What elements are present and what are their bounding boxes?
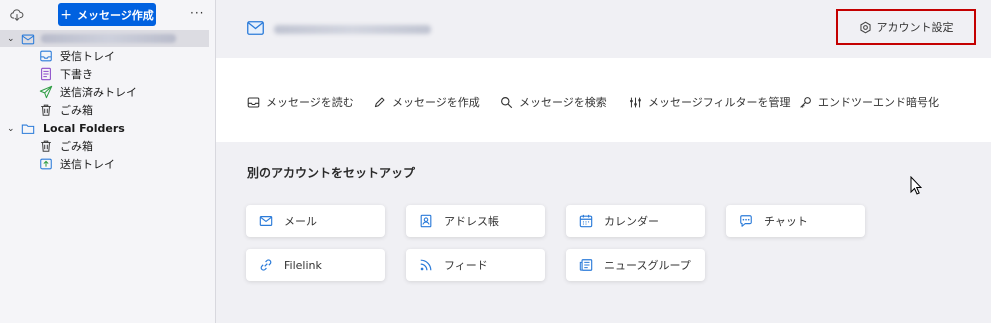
folder-label: 送信済みトレイ [60, 85, 137, 99]
account-email-redacted [41, 34, 176, 43]
folder-label: 受信トレイ [60, 49, 115, 63]
rss-icon [420, 259, 432, 271]
folder-label: 送信トレイ [60, 157, 115, 171]
action-label: メッセージを検索 [519, 96, 607, 109]
card-label: カレンダー [604, 215, 659, 228]
card-label: アドレス帳 [444, 215, 499, 228]
setup-chat-card[interactable]: チャット [726, 205, 865, 237]
trash-icon [41, 104, 51, 116]
search-icon [501, 96, 513, 108]
search-messages-button[interactable]: メッセージを検索 [500, 94, 607, 110]
envelope-icon [247, 21, 264, 35]
card-label: チャット [764, 215, 808, 228]
setup-calendar-card[interactable]: カレンダー [566, 205, 705, 237]
card-label: ニュースグループ [604, 259, 691, 272]
folder-label: 下書き [60, 67, 93, 81]
manage-filters-button[interactable]: メッセージフィルターを管理 [629, 94, 791, 110]
local-folder-outbox[interactable]: 送信トレイ [39, 155, 115, 172]
folder-pane: + メッセージ作成 ··· ⌄ 受信トレイ 下書き 送信済みトレイ ごみ箱 ⌄ … [0, 0, 216, 323]
account-settings-button[interactable]: アカウント設定 [836, 9, 976, 45]
account-header: アカウント設定 [216, 0, 991, 58]
chevron-down-icon[interactable]: ⌄ [7, 34, 17, 44]
action-label: エンドツーエンド暗号化 [818, 96, 939, 109]
setup-feed-card[interactable]: フィード [406, 249, 545, 281]
local-folder-trash[interactable]: ごみ箱 [39, 137, 93, 154]
filter-icon [630, 97, 641, 107]
folder-drafts[interactable]: 下書き [39, 65, 93, 82]
folder-icon [21, 124, 35, 134]
folder-pane-toolbar: + メッセージ作成 ··· [0, 0, 215, 30]
folder-label: ごみ箱 [60, 139, 93, 153]
action-label: メッセージを作成 [392, 96, 480, 109]
draft-icon [41, 67, 51, 80]
local-folders-row[interactable]: ⌄ Local Folders [7, 120, 125, 137]
folder-inbox[interactable]: 受信トレイ [39, 47, 115, 64]
local-folders-label: Local Folders [43, 122, 125, 135]
newsgroup-icon [579, 259, 593, 271]
folder-label: ごみ箱 [60, 103, 93, 117]
setup-newsgroup-card[interactable]: ニュースグループ [566, 249, 705, 281]
pencil-icon [374, 97, 385, 107]
quick-actions: メッセージを読む メッセージを作成 メッセージを検索 メッセージフィルターを管理… [216, 58, 991, 142]
setup-account-heading: 別のアカウントをセットアップ [247, 166, 416, 180]
mouse-cursor-icon [910, 176, 922, 195]
cloud-download-icon[interactable] [10, 8, 24, 22]
card-label: フィード [444, 259, 488, 272]
folder-trash[interactable]: ごみ箱 [39, 101, 93, 118]
folder-sent[interactable]: 送信済みトレイ [39, 83, 137, 100]
e2e-encryption-button[interactable]: エンドツーエンド暗号化 [799, 94, 939, 110]
plus-icon: + [60, 6, 72, 23]
chevron-down-icon[interactable]: ⌄ [7, 124, 17, 134]
action-label: メッセージフィルターを管理 [648, 96, 791, 109]
account-email-redacted [274, 25, 431, 34]
link-icon [260, 259, 272, 271]
read-messages-button[interactable]: メッセージを読む [247, 94, 354, 110]
card-label: メール [284, 215, 317, 228]
more-menu-icon[interactable]: ··· [190, 6, 204, 20]
chat-icon [740, 215, 752, 227]
sent-icon [39, 85, 53, 98]
action-label: メッセージを読む [266, 96, 354, 109]
setup-email-card[interactable]: メール [246, 205, 385, 237]
calendar-icon [579, 214, 593, 228]
inbox-icon [40, 50, 52, 61]
envelope-icon [259, 216, 273, 226]
account-central-pane: アカウント設定 メッセージを読む メッセージを作成 メッセージを検索 メッセージ… [216, 0, 991, 323]
outbox-icon [40, 158, 52, 169]
account-settings-label: アカウント設定 [876, 21, 954, 34]
write-message-button[interactable]: メッセージを作成 [373, 94, 480, 110]
card-label: Filelink [284, 258, 322, 272]
compose-label: メッセージ作成 [76, 8, 154, 22]
key-icon [800, 96, 811, 108]
read-icon [247, 97, 260, 107]
account-mail-icon [21, 34, 35, 44]
trash-icon [41, 140, 51, 152]
setup-address-book-card[interactable]: アドレス帳 [406, 205, 545, 237]
address-book-icon [420, 214, 432, 228]
account-row[interactable]: ⌄ [0, 30, 209, 47]
setup-filelink-card[interactable]: Filelink [246, 249, 385, 281]
compose-button[interactable]: + メッセージ作成 [58, 3, 156, 26]
settings-icon [859, 21, 871, 33]
